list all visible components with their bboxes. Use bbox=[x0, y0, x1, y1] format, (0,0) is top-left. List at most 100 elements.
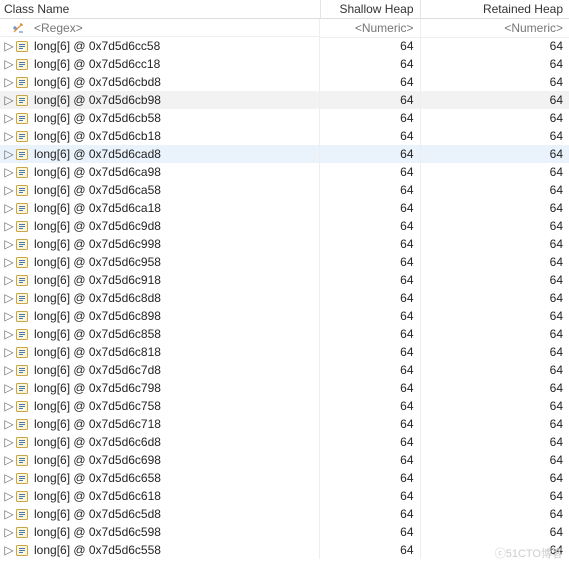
table-row[interactable]: ▷long[6] @ 0x7d5d6c7d86464 bbox=[0, 361, 569, 379]
table-row[interactable]: ▷long[6] @ 0x7d5d6c7986464 bbox=[0, 379, 569, 397]
array-object-icon bbox=[14, 506, 30, 522]
expand-twisty[interactable]: ▷ bbox=[4, 471, 14, 485]
class-name-label: long[6] @ 0x7d5d6c858 bbox=[34, 327, 161, 341]
heap-table: Class Name Shallow Heap Retained Heap <R… bbox=[0, 0, 569, 559]
table-row[interactable]: ▷long[6] @ 0x7d5d6c6586464 bbox=[0, 469, 569, 487]
table-row[interactable]: ▷long[6] @ 0x7d5d6c5986464 bbox=[0, 523, 569, 541]
col-header-shallow[interactable]: Shallow Heap bbox=[320, 0, 420, 19]
retained-heap-value: 64 bbox=[420, 145, 569, 163]
expand-twisty[interactable]: ▷ bbox=[4, 453, 14, 467]
shallow-heap-value: 64 bbox=[320, 37, 420, 55]
table-row[interactable]: ▷long[6] @ 0x7d5d6c6d86464 bbox=[0, 433, 569, 451]
expand-twisty[interactable]: ▷ bbox=[4, 183, 14, 197]
table-row[interactable]: ▷long[6] @ 0x7d5d6cb186464 bbox=[0, 127, 569, 145]
class-name-label: long[6] @ 0x7d5d6c898 bbox=[34, 309, 161, 323]
table-row[interactable]: ▷long[6] @ 0x7d5d6c5d86464 bbox=[0, 505, 569, 523]
array-object-icon bbox=[14, 182, 30, 198]
table-row[interactable]: ▷long[6] @ 0x7d5d6cbd86464 bbox=[0, 73, 569, 91]
expand-twisty[interactable]: ▷ bbox=[4, 345, 14, 359]
expand-twisty[interactable]: ▷ bbox=[4, 57, 14, 71]
table-row[interactable]: ▷long[6] @ 0x7d5d6c8d86464 bbox=[0, 289, 569, 307]
expand-twisty[interactable]: ▷ bbox=[4, 435, 14, 449]
expand-twisty[interactable]: ▷ bbox=[4, 543, 14, 557]
table-row[interactable]: ▷long[6] @ 0x7d5d6c8586464 bbox=[0, 325, 569, 343]
numeric-filter-retained[interactable]: <Numeric> bbox=[420, 19, 569, 38]
array-object-icon bbox=[14, 272, 30, 288]
shallow-heap-value: 64 bbox=[320, 289, 420, 307]
expand-twisty[interactable]: ▷ bbox=[4, 93, 14, 107]
array-object-icon bbox=[14, 344, 30, 360]
class-name-label: long[6] @ 0x7d5d6c958 bbox=[34, 255, 161, 269]
class-name-label: long[6] @ 0x7d5d6c818 bbox=[34, 345, 161, 359]
class-name-label: long[6] @ 0x7d5d6ca58 bbox=[34, 183, 161, 197]
table-row[interactable]: ▷long[6] @ 0x7d5d6c9d86464 bbox=[0, 217, 569, 235]
expand-twisty[interactable]: ▷ bbox=[4, 525, 14, 539]
shallow-heap-value: 64 bbox=[320, 379, 420, 397]
array-object-icon bbox=[14, 290, 30, 306]
expand-twisty[interactable]: ▷ bbox=[4, 255, 14, 269]
expand-twisty[interactable]: ▷ bbox=[4, 507, 14, 521]
shallow-heap-value: 64 bbox=[320, 343, 420, 361]
table-row[interactable]: ▷long[6] @ 0x7d5d6ca986464 bbox=[0, 163, 569, 181]
table-row[interactable]: ▷long[6] @ 0x7d5d6cb986464 bbox=[0, 91, 569, 109]
class-name-label: long[6] @ 0x7d5d6c8d8 bbox=[34, 291, 161, 305]
expand-twisty[interactable]: ▷ bbox=[4, 129, 14, 143]
shallow-heap-value: 64 bbox=[320, 361, 420, 379]
array-object-icon bbox=[14, 236, 30, 252]
expand-twisty[interactable]: ▷ bbox=[4, 381, 14, 395]
retained-heap-value: 64 bbox=[420, 91, 569, 109]
shallow-heap-value: 64 bbox=[320, 451, 420, 469]
expand-twisty[interactable]: ▷ bbox=[4, 417, 14, 431]
array-object-icon bbox=[14, 362, 30, 378]
table-row[interactable]: ▷long[6] @ 0x7d5d6c7586464 bbox=[0, 397, 569, 415]
table-row[interactable]: ▷long[6] @ 0x7d5d6c6986464 bbox=[0, 451, 569, 469]
class-name-label: long[6] @ 0x7d5d6ca18 bbox=[34, 201, 161, 215]
table-row[interactable]: ▷long[6] @ 0x7d5d6c9986464 bbox=[0, 235, 569, 253]
table-row[interactable]: ▷long[6] @ 0x7d5d6c6186464 bbox=[0, 487, 569, 505]
expand-twisty[interactable]: ▷ bbox=[4, 309, 14, 323]
expand-twisty[interactable]: ▷ bbox=[4, 489, 14, 503]
regex-input[interactable]: <Regex> bbox=[34, 21, 83, 35]
expand-twisty[interactable]: ▷ bbox=[4, 363, 14, 377]
table-row[interactable]: ▷long[6] @ 0x7d5d6cb586464 bbox=[0, 109, 569, 127]
class-name-label: long[6] @ 0x7d5d6c7d8 bbox=[34, 363, 161, 377]
expand-twisty[interactable]: ▷ bbox=[4, 147, 14, 161]
array-object-icon bbox=[14, 434, 30, 450]
table-row[interactable]: ▷long[6] @ 0x7d5d6c5586464 bbox=[0, 541, 569, 559]
shallow-heap-value: 64 bbox=[320, 271, 420, 289]
filter-icon bbox=[10, 20, 26, 36]
table-row[interactable]: ▷long[6] @ 0x7d5d6c9186464 bbox=[0, 271, 569, 289]
retained-heap-value: 64 bbox=[420, 109, 569, 127]
shallow-heap-value: 64 bbox=[320, 109, 420, 127]
retained-heap-value: 64 bbox=[420, 199, 569, 217]
shallow-heap-value: 64 bbox=[320, 73, 420, 91]
shallow-heap-value: 64 bbox=[320, 217, 420, 235]
table-row[interactable]: ▷long[6] @ 0x7d5d6c8986464 bbox=[0, 307, 569, 325]
expand-twisty[interactable]: ▷ bbox=[4, 273, 14, 287]
expand-twisty[interactable]: ▷ bbox=[4, 39, 14, 53]
table-row[interactable]: ▷long[6] @ 0x7d5d6c7186464 bbox=[0, 415, 569, 433]
table-row[interactable]: ▷long[6] @ 0x7d5d6cc586464 bbox=[0, 37, 569, 55]
expand-twisty[interactable]: ▷ bbox=[4, 399, 14, 413]
expand-twisty[interactable]: ▷ bbox=[4, 111, 14, 125]
col-header-classname[interactable]: Class Name bbox=[0, 0, 320, 19]
expand-twisty[interactable]: ▷ bbox=[4, 327, 14, 341]
numeric-filter-shallow[interactable]: <Numeric> bbox=[320, 19, 420, 38]
expand-twisty[interactable]: ▷ bbox=[4, 201, 14, 215]
array-object-icon bbox=[14, 74, 30, 90]
table-row[interactable]: ▷long[6] @ 0x7d5d6ca186464 bbox=[0, 199, 569, 217]
expand-twisty[interactable]: ▷ bbox=[4, 165, 14, 179]
class-name-label: long[6] @ 0x7d5d6c558 bbox=[34, 543, 161, 557]
col-header-retained[interactable]: Retained Heap bbox=[420, 0, 569, 19]
table-row[interactable]: ▷long[6] @ 0x7d5d6ca586464 bbox=[0, 181, 569, 199]
class-name-label: long[6] @ 0x7d5d6c798 bbox=[34, 381, 161, 395]
table-row[interactable]: ▷long[6] @ 0x7d5d6cc186464 bbox=[0, 55, 569, 73]
expand-twisty[interactable]: ▷ bbox=[4, 291, 14, 305]
table-row[interactable]: ▷long[6] @ 0x7d5d6cad86464 bbox=[0, 145, 569, 163]
expand-twisty[interactable]: ▷ bbox=[4, 219, 14, 233]
expand-twisty[interactable]: ▷ bbox=[4, 75, 14, 89]
table-row[interactable]: ▷long[6] @ 0x7d5d6c9586464 bbox=[0, 253, 569, 271]
expand-twisty[interactable]: ▷ bbox=[4, 237, 14, 251]
table-header-row: Class Name Shallow Heap Retained Heap bbox=[0, 0, 569, 19]
table-row[interactable]: ▷long[6] @ 0x7d5d6c8186464 bbox=[0, 343, 569, 361]
